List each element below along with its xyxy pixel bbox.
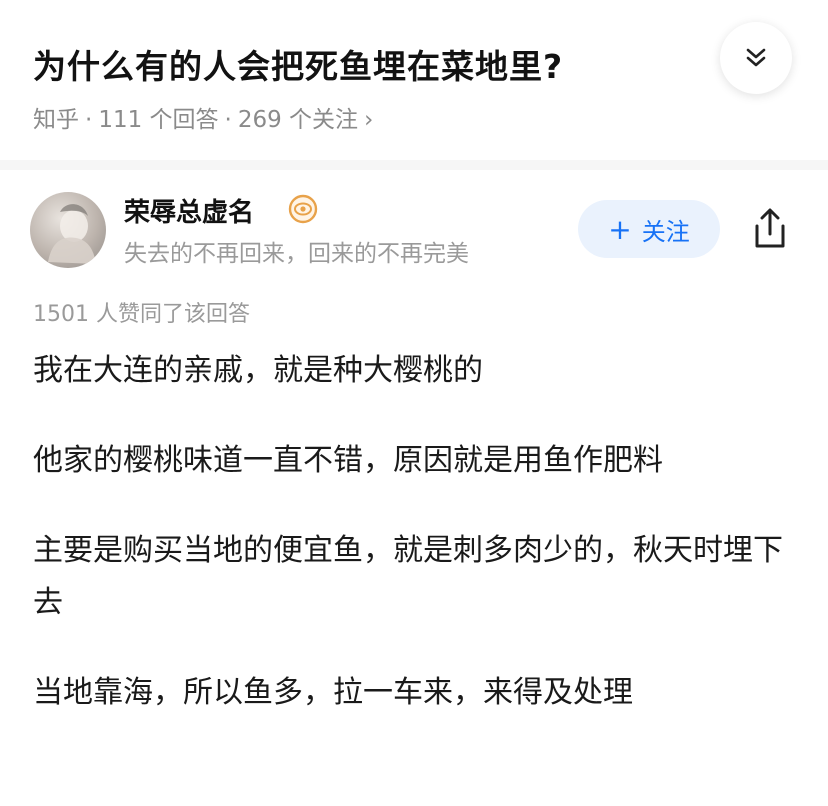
eye-badge-icon <box>288 194 318 224</box>
author-bio: 失去的不再回来，回来的不再完美 <box>124 241 469 267</box>
meta-separator: · <box>85 107 93 133</box>
source-label: 知乎 <box>33 107 79 133</box>
question-meta[interactable]: 知乎 · 111 个回答 · 269 个关注 › <box>33 100 373 134</box>
answer-paragraph: 他家的樱桃味道一直不错，原因就是用鱼作肥料 <box>33 443 663 478</box>
question-header: 为什么有的人会把死鱼埋在菜地里? 知乎 · 111 个回答 · 269 个关注 › <box>0 0 828 160</box>
follow-button[interactable]: + 关注 <box>578 200 720 258</box>
answer-page: 为什么有的人会把死鱼埋在菜地里? 知乎 · 111 个回答 · 269 个关注 › 荣辱总… <box>0 0 828 806</box>
question-title[interactable]: 为什么有的人会把死鱼埋在菜地里? <box>33 40 563 88</box>
collapse-button[interactable] <box>720 22 792 94</box>
answer-body: 我在大连的亲戚，就是种大樱桃的 他家的樱桃味道一直不错，原因就是用鱼作肥料 主要… <box>33 345 803 757</box>
avatar-image <box>48 204 96 264</box>
like-count: 1501 人赞同了该回答 <box>33 302 250 327</box>
followers-count: 269 个关注 <box>237 107 359 133</box>
answer-paragraph: 当地靠海，所以鱼多，拉一车来，来得及处理 <box>33 675 633 710</box>
section-divider <box>0 160 828 170</box>
plus-icon: + <box>608 212 632 246</box>
chevron-right-icon: › <box>364 107 374 133</box>
double-chevron-down-icon <box>746 48 766 67</box>
avatar[interactable] <box>30 192 106 268</box>
author-name[interactable]: 荣辱总虚名 <box>124 192 254 229</box>
follow-label: 关注 <box>641 217 690 246</box>
answer-paragraph: 主要是购买当地的便宜鱼，就是刺多肉少的，秋天时埋下去 <box>33 533 783 620</box>
share-icon[interactable] <box>748 206 792 252</box>
meta-separator: · <box>224 107 232 133</box>
answers-count: 111 个回答 <box>98 107 219 133</box>
answer-paragraph: 我在大连的亲戚，就是种大樱桃的 <box>33 353 483 388</box>
